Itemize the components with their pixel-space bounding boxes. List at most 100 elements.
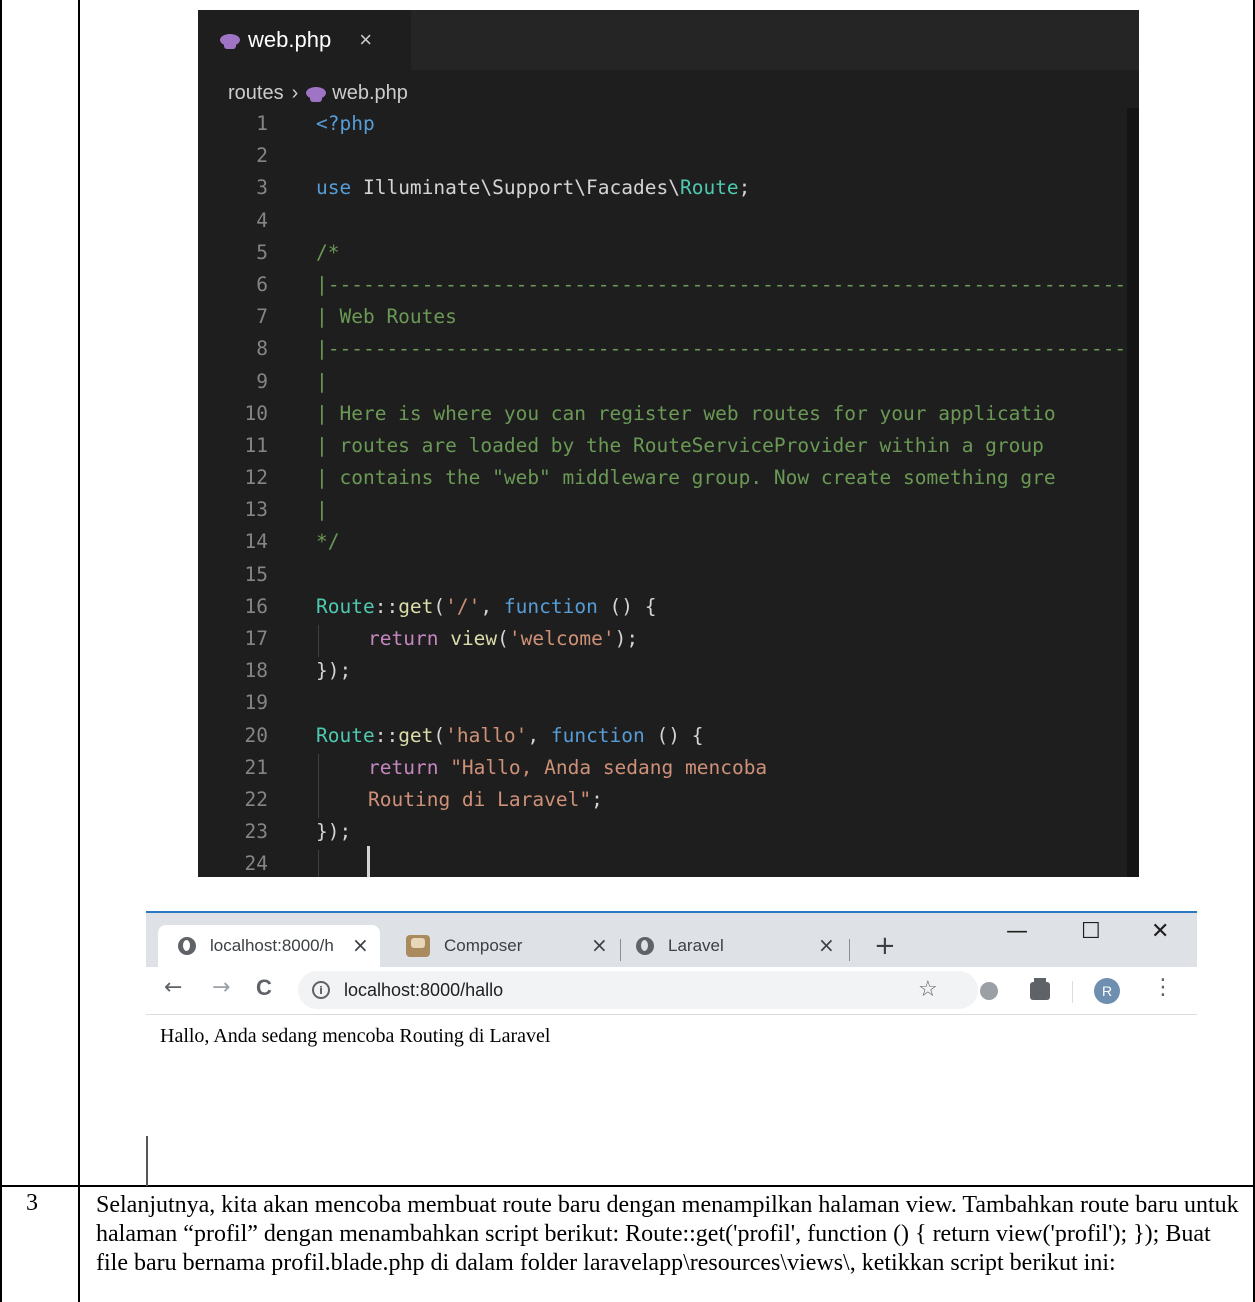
table-row-divider [0, 1185, 1255, 1187]
code-line: 24 [198, 848, 1139, 877]
browser-tab-strip: localhost:8000/h × Composer × Laravel × … [146, 913, 1197, 967]
code-line: 18}); [198, 655, 1139, 687]
browser-tab-label: Laravel [668, 936, 724, 955]
close-icon[interactable]: × [359, 27, 372, 53]
page-content-text: Hallo, Anda sedang mencoba Routing di La… [160, 1025, 551, 1047]
code-line: 6 |--------------------------------------… [198, 269, 1139, 301]
tab-separator [620, 939, 621, 961]
row-number: 3 [26, 1190, 38, 1216]
chevron-right-icon: › [291, 81, 299, 104]
editor-tab-label: web.php [248, 27, 332, 52]
code-line: 17 return view('welcome'); [198, 623, 1139, 655]
line-number: 24 [244, 852, 268, 876]
code-line: 8 |--------------------------------------… [198, 333, 1139, 365]
line-number: 5 [256, 240, 268, 264]
line-number: 23 [244, 820, 268, 844]
browser-window-edge [146, 1136, 148, 1186]
composer-icon [406, 935, 430, 957]
line-number: 10 [244, 401, 268, 425]
menu-kebab-icon[interactable]: ⋮ [1152, 975, 1174, 1000]
line-number: 19 [244, 691, 268, 715]
minimize-button[interactable]: — [1006, 919, 1028, 944]
extension-globe-icon[interactable] [980, 982, 998, 1000]
code-editor-screenshot: web.php × routes › web.php 1 <?php 2 3 use… [198, 10, 1139, 877]
address-bar-url: localhost:8000/hallo [344, 979, 504, 1000]
code-area[interactable]: 1 <?php 2 3 use Illuminate\Support\Facades… [198, 108, 1139, 877]
line-number: 1 [256, 112, 268, 135]
code-line: 11 | routes are loaded by the RouteServic… [198, 430, 1139, 462]
info-icon[interactable]: i [312, 981, 330, 999]
line-number: 21 [244, 755, 268, 779]
browser-tab-label: localhost:8000/h [210, 936, 334, 955]
instruction-paragraph: Selanjutnya, kita akan mencoba membuat r… [96, 1192, 1239, 1276]
line-number: 20 [244, 723, 268, 747]
tab-close-icon[interactable]: × [352, 933, 369, 957]
browser-tab-composer[interactable]: Composer [406, 925, 616, 967]
code-line: 5/* [198, 237, 1139, 269]
breadcrumb: routes › web.php [228, 78, 408, 108]
editor-scrollbar[interactable] [1127, 108, 1139, 877]
text-cursor [367, 846, 370, 877]
code-line: 16 Route::get('/', function () { [198, 591, 1139, 623]
bookmark-star-icon[interactable]: ☆ [918, 977, 938, 1002]
window-close-button[interactable]: ✕ [1151, 919, 1169, 944]
indent-guide [318, 625, 319, 657]
line-number: 9 [256, 369, 268, 393]
address-bar[interactable]: i localhost:8000/hallo [298, 971, 978, 1009]
indent-guide [318, 754, 319, 818]
profile-avatar[interactable]: R [1094, 978, 1120, 1004]
code-line: 14 */ [198, 526, 1139, 558]
code-line: 21 return "Hallo, Anda sedang mencoba [198, 752, 1139, 784]
browser-tab-label: Composer [444, 936, 523, 955]
line-number: 13 [244, 498, 268, 522]
code-line: 20 Route::get('hallo', function () { [198, 720, 1139, 752]
line-number: 2 [256, 144, 268, 168]
line-number: 12 [244, 466, 268, 490]
browser-tab-laravel[interactable]: Laravel [636, 925, 836, 967]
line-number: 4 [256, 208, 268, 232]
breadcrumb-file[interactable]: web.php [332, 82, 408, 105]
browser-screenshot: localhost:8000/h × Composer × Laravel × … [146, 911, 1197, 1136]
line-number: 22 [244, 787, 268, 811]
editor-tab-bar: web.php × [198, 10, 1139, 70]
line-number: 18 [244, 659, 268, 683]
line-number: 17 [244, 627, 268, 650]
code-line: 22 Routing di Laravel"; [198, 784, 1139, 816]
line-number: 7 [256, 305, 268, 329]
tab-close-icon[interactable]: × [818, 933, 835, 957]
code-line: 1 <?php [198, 108, 1139, 140]
code-line: 3 use Illuminate\Support\Facades\Route; [198, 172, 1139, 204]
code-line: 12 | contains the "web" middleware group.… [198, 462, 1139, 494]
globe-icon [636, 937, 654, 955]
printer-icon[interactable] [1030, 978, 1050, 1000]
browser-toolbar: ← → C i localhost:8000/hallo ☆ R ⋮ [146, 967, 1197, 1015]
code-line: 4 [198, 205, 1139, 237]
line-number: 6 [256, 272, 268, 296]
globe-icon [178, 937, 196, 955]
tab-close-icon[interactable]: × [591, 933, 608, 957]
line-number: 14 [244, 530, 268, 554]
maximize-button[interactable]: ☐ [1081, 919, 1101, 944]
code-line: 13 | [198, 494, 1139, 526]
reload-icon[interactable]: C [256, 975, 272, 1001]
code-line: 2 [198, 140, 1139, 172]
php-file-icon [306, 87, 327, 102]
code-line: 23}); [198, 816, 1139, 848]
new-tab-button[interactable]: + [874, 931, 896, 961]
toolbar-separator [1072, 981, 1073, 1003]
php-file-icon [220, 34, 240, 49]
back-arrow-icon[interactable]: ← [164, 975, 182, 1000]
code-line: 19 [198, 687, 1139, 719]
tab-separator [849, 939, 850, 961]
table-column-divider [78, 0, 80, 1302]
code-line: 10 | Here is where you can register web r… [198, 398, 1139, 430]
forward-arrow-icon[interactable]: → [212, 975, 230, 1000]
line-number: 16 [244, 594, 268, 618]
editor-tab-web-php[interactable]: web.php × [198, 10, 411, 70]
line-number: 15 [244, 562, 268, 586]
browser-tab-localhost[interactable]: localhost:8000/h [158, 925, 380, 967]
line-number: 8 [256, 337, 268, 361]
indent-guide [318, 850, 319, 877]
breadcrumb-folder[interactable]: routes [228, 82, 284, 105]
code-line: 9 | [198, 366, 1139, 398]
